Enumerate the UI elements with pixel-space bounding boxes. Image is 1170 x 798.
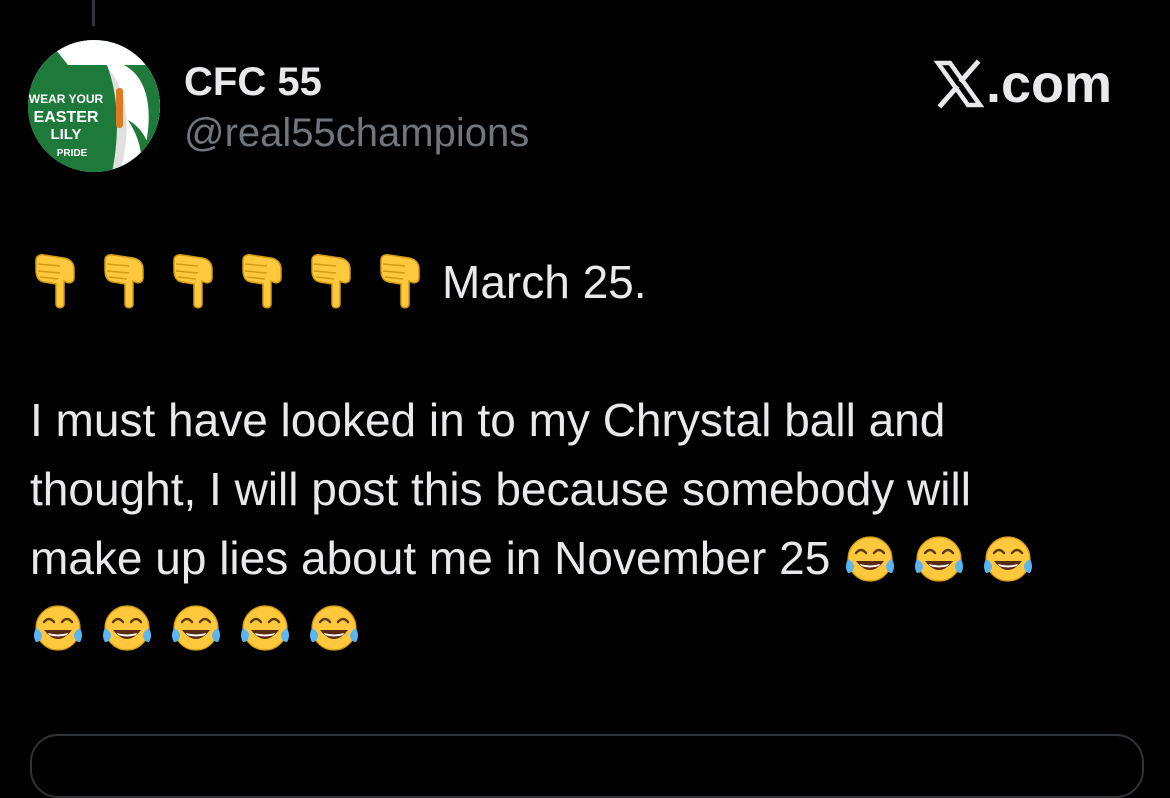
face-with-tears-of-joy-icon [842,531,898,587]
thread-connector-line [92,0,95,26]
face-with-tears-of-joy-icon [980,531,1036,587]
laugh-emoji-row-2 [30,600,375,656]
avatar-text-line-1: WEAR YOUR [29,92,104,106]
post-body-line-1: I must have looked in to my Chrystal bal… [30,394,946,446]
pointing-down-emoji-icon [306,254,356,310]
face-with-tears-of-joy-icon [306,600,362,656]
laugh-emoji-row-1 [830,531,1049,587]
post-body: I must have looked in to my Chrystal bal… [30,386,1150,662]
post-body-line-4 [30,593,1150,662]
quoted-card-edge[interactable] [30,734,1144,798]
pointing-down-emoji-icon [30,254,80,310]
face-with-tears-of-joy-icon [99,600,155,656]
avatar-text-line-4: PRIDE [57,148,88,159]
easter-lily-avatar-icon: WEAR YOUR EASTER LILY PRIDE [28,40,160,172]
post-body-line-2: thought, I will post this because somebo… [30,463,971,515]
pointing-down-emoji-icon [375,254,425,310]
x-logo-icon [933,59,985,109]
brand-domain-text: .com [985,54,1112,114]
avatar[interactable]: WEAR YOUR EASTER LILY PRIDE [28,40,160,172]
user-handle[interactable]: @real55champions [184,109,529,157]
x-com-brand: .com [933,54,1112,114]
face-with-tears-of-joy-icon [237,600,293,656]
pointing-down-emoji-icon [168,254,218,310]
post-body-line-3: make up lies about me in November 25 [30,524,1150,593]
pointing-down-emoji-row [30,254,444,310]
post-line-1: March 25. [30,250,647,314]
face-with-tears-of-joy-icon [30,600,86,656]
face-with-tears-of-joy-icon [911,531,967,587]
post-body-line-3-text: make up lies about me in November 25 [30,532,831,584]
avatar-text-line-3: LILY [50,126,81,143]
pointing-down-emoji-icon [99,254,149,310]
avatar-text-line-2: EASTER [34,109,99,126]
pointing-down-emoji-icon [237,254,287,310]
display-name[interactable]: CFC 55 [184,58,322,106]
face-with-tears-of-joy-icon [168,600,224,656]
post-date-text: March 25. [442,256,647,308]
